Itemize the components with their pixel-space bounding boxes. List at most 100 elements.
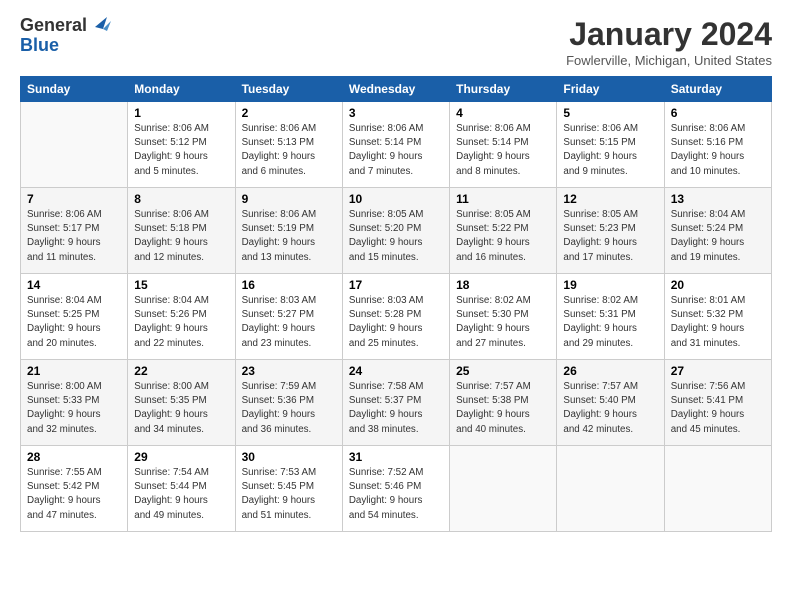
calendar-cell: 1Sunrise: 8:06 AMSunset: 5:12 PMDaylight… [128,102,235,188]
calendar-cell: 8Sunrise: 8:06 AMSunset: 5:18 PMDaylight… [128,188,235,274]
day-info: Sunrise: 7:58 AMSunset: 5:37 PMDaylight:… [349,380,443,437]
day-number: 26 [563,364,657,378]
calendar-cell: 4 Sunrise: 8:06 AMSunset: 5:14 PMDaylight… [450,102,557,188]
day-number: 17 [349,278,443,292]
calendar-cell: 21 Sunrise: 8:00 AMSunset: 5:33 PMDayligh… [21,360,128,446]
day-number: 19 [563,278,657,292]
day-info: Sunrise: 8:03 AMSunset: 5:28 PMDaylight:… [349,294,443,351]
day-info: Sunrise: 8:04 AMSunset: 5:26 PMDaylight:… [134,294,228,351]
calendar-cell: 15 Sunrise: 8:04 AMSunset: 5:26 PMDayligh… [128,274,235,360]
day-info: Sunrise: 7:53 AMSunset: 5:45 PMDaylight:… [242,466,336,523]
day-info: Sunrise: 7:54 AMSunset: 5:44 PMDaylight:… [134,466,228,523]
day-number: 7 [27,192,121,206]
calendar-cell: 24 Sunrise: 7:58 AMSunset: 5:37 PMDayligh… [342,360,449,446]
day-info: Sunrise: 8:04 AMSunset: 5:24 PMDaylight:… [671,208,765,265]
day-info: Sunrise: 8:01 AMSunset: 5:32 PMDaylight:… [671,294,765,351]
day-info: Sunrise: 8:04 AMSunset: 5:25 PMDaylight:… [27,294,121,351]
day-info: Sunrise: 7:56 AMSunset: 5:41 PMDaylight:… [671,380,765,437]
day-number: 8 [134,192,228,206]
day-number: 12 [563,192,657,206]
calendar-cell [664,446,771,532]
calendar-cell: 29 Sunrise: 7:54 AMSunset: 5:44 PMDayligh… [128,446,235,532]
day-info: Sunrise: 8:06 AMSunset: 5:19 PMDaylight:… [242,208,336,265]
day-info: Sunrise: 8:05 AMSunset: 5:23 PMDaylight:… [563,208,657,265]
day-info: Sunrise: 8:06 AMSunset: 5:13 PMDaylight:… [242,122,336,179]
day-number: 25 [456,364,550,378]
title-block: January 2024 Fowlerville, Michigan, Unit… [566,16,772,68]
calendar-cell: 30 Sunrise: 7:53 AMSunset: 5:45 PMDayligh… [235,446,342,532]
day-info: Sunrise: 8:06 AMSunset: 5:17 PMDaylight:… [27,208,121,265]
day-number: 6 [671,106,765,120]
day-number: 20 [671,278,765,292]
logo-bird-icon [89,13,111,35]
day-info: Sunrise: 8:06 AMSunset: 5:14 PMDaylight:… [456,122,550,179]
day-info: Sunrise: 7:52 AMSunset: 5:46 PMDaylight:… [349,466,443,523]
day-info: Sunrise: 8:05 AMSunset: 5:20 PMDaylight:… [349,208,443,265]
calendar-cell [557,446,664,532]
day-number: 27 [671,364,765,378]
day-info: Sunrise: 8:00 AMSunset: 5:35 PMDaylight:… [134,380,228,437]
calendar-cell: 18Sunrise: 8:02 AMSunset: 5:30 PMDayligh… [450,274,557,360]
day-number: 11 [456,192,550,206]
calendar-cell: 9 Sunrise: 8:06 AMSunset: 5:19 PMDaylight… [235,188,342,274]
day-info: Sunrise: 8:06 AMSunset: 5:14 PMDaylight:… [349,122,443,179]
location: Fowlerville, Michigan, United States [566,53,772,68]
day-number: 24 [349,364,443,378]
day-number: 16 [242,278,336,292]
calendar-cell: 2 Sunrise: 8:06 AMSunset: 5:13 PMDaylight… [235,102,342,188]
calendar-cell: 3 Sunrise: 8:06 AMSunset: 5:14 PMDaylight… [342,102,449,188]
day-number: 30 [242,450,336,464]
calendar-cell: 22 Sunrise: 8:00 AMSunset: 5:35 PMDayligh… [128,360,235,446]
calendar-cell: 20 Sunrise: 8:01 AMSunset: 5:32 PMDayligh… [664,274,771,360]
calendar-cell: 10 Sunrise: 8:05 AMSunset: 5:20 PMDayligh… [342,188,449,274]
calendar-cell: 16 Sunrise: 8:03 AMSunset: 5:27 PMDayligh… [235,274,342,360]
calendar-cell: 5 Sunrise: 8:06 AMSunset: 5:15 PMDaylight… [557,102,664,188]
calendar-cell: 11 Sunrise: 8:05 AMSunset: 5:22 PMDayligh… [450,188,557,274]
day-number: 22 [134,364,228,378]
day-number: 9 [242,192,336,206]
month-title: January 2024 [566,16,772,53]
weekday-header-wednesday: Wednesday [342,77,449,102]
day-number: 2 [242,106,336,120]
calendar-page: General Blue January 2024 Fowlerville, M… [0,0,792,612]
day-number: 10 [349,192,443,206]
day-info: Sunrise: 8:00 AMSunset: 5:33 PMDaylight:… [27,380,121,437]
calendar-cell: 14 Sunrise: 8:04 AMSunset: 5:25 PMDayligh… [21,274,128,360]
day-info: Sunrise: 8:06 AMSunset: 5:16 PMDaylight:… [671,122,765,179]
day-number: 3 [349,106,443,120]
calendar-cell [21,102,128,188]
day-number: 13 [671,192,765,206]
day-info: Sunrise: 7:59 AMSunset: 5:36 PMDaylight:… [242,380,336,437]
day-number: 4 [456,106,550,120]
day-number: 29 [134,450,228,464]
day-info: Sunrise: 8:06 AMSunset: 5:15 PMDaylight:… [563,122,657,179]
calendar-cell: 27 Sunrise: 7:56 AMSunset: 5:41 PMDayligh… [664,360,771,446]
day-info: Sunrise: 8:06 AMSunset: 5:12 PMDaylight:… [134,122,228,179]
day-info: Sunrise: 7:55 AMSunset: 5:42 PMDaylight:… [27,466,121,523]
calendar-table: SundayMondayTuesdayWednesdayThursdayFrid… [20,76,772,532]
day-number: 15 [134,278,228,292]
calendar-cell [450,446,557,532]
calendar-cell: 31Sunrise: 7:52 AMSunset: 5:46 PMDayligh… [342,446,449,532]
calendar-cell: 28Sunrise: 7:55 AMSunset: 5:42 PMDayligh… [21,446,128,532]
calendar-cell: 17 Sunrise: 8:03 AMSunset: 5:28 PMDayligh… [342,274,449,360]
calendar-cell: 12 Sunrise: 8:05 AMSunset: 5:23 PMDayligh… [557,188,664,274]
day-number: 14 [27,278,121,292]
calendar-cell: 6 Sunrise: 8:06 AMSunset: 5:16 PMDaylight… [664,102,771,188]
day-info: Sunrise: 7:57 AMSunset: 5:40 PMDaylight:… [563,380,657,437]
day-number: 21 [27,364,121,378]
header: General Blue January 2024 Fowlerville, M… [20,16,772,68]
day-number: 23 [242,364,336,378]
weekday-header-sunday: Sunday [21,77,128,102]
logo-text-general: General [20,16,87,36]
day-info: Sunrise: 8:05 AMSunset: 5:22 PMDaylight:… [456,208,550,265]
day-info: Sunrise: 8:02 AMSunset: 5:31 PMDaylight:… [563,294,657,351]
day-number: 5 [563,106,657,120]
day-info: Sunrise: 8:03 AMSunset: 5:27 PMDaylight:… [242,294,336,351]
calendar-cell: 7 Sunrise: 8:06 AMSunset: 5:17 PMDaylight… [21,188,128,274]
day-number: 18 [456,278,550,292]
logo: General Blue [20,16,111,56]
calendar-cell: 26 Sunrise: 7:57 AMSunset: 5:40 PMDayligh… [557,360,664,446]
calendar-cell: 13 Sunrise: 8:04 AMSunset: 5:24 PMDayligh… [664,188,771,274]
calendar-cell: 25Sunrise: 7:57 AMSunset: 5:38 PMDayligh… [450,360,557,446]
